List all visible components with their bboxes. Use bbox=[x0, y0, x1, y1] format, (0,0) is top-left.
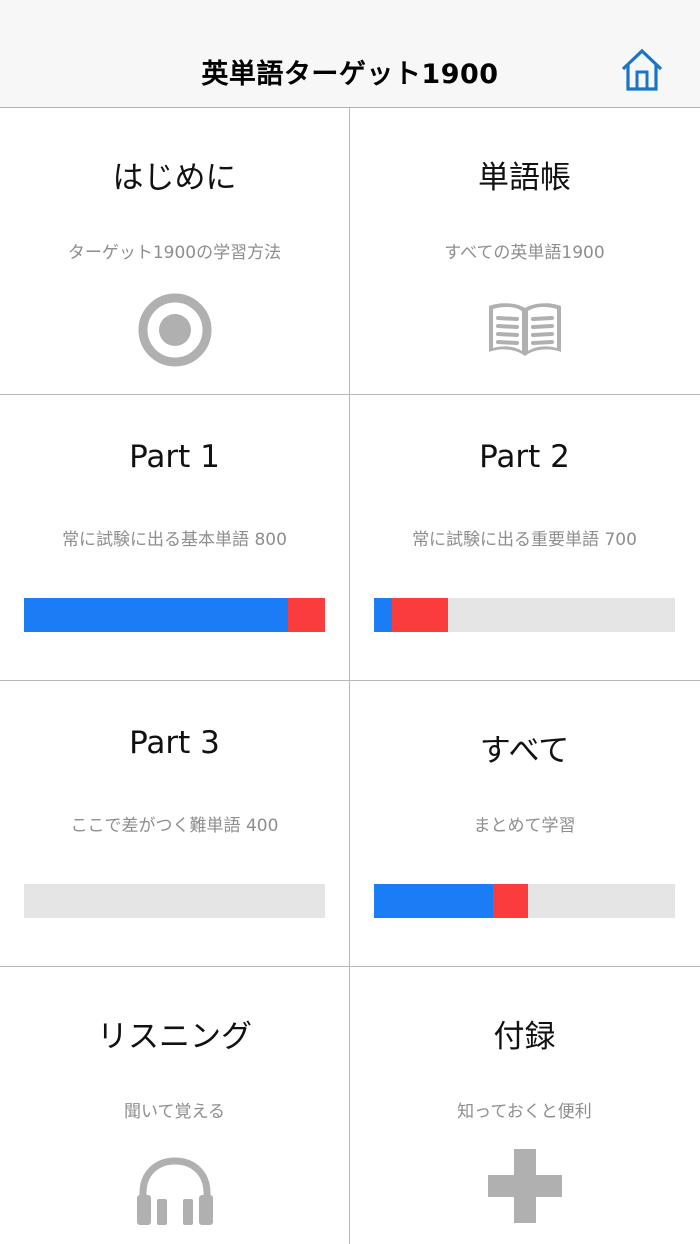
grid-divider-horizontal bbox=[0, 680, 700, 681]
plus-icon bbox=[487, 1149, 562, 1223]
progress-learned-segment bbox=[24, 598, 288, 632]
progress-bar bbox=[24, 884, 325, 918]
progress-unlearned-segment bbox=[288, 598, 325, 632]
cell-title: 付録 bbox=[493, 1019, 556, 1055]
page-title: 英単語ターゲット1900 bbox=[201, 59, 499, 90]
progress-learned-segment bbox=[374, 884, 493, 918]
cell-subtitle: すべての英単語1900 bbox=[444, 243, 605, 263]
grid-divider-horizontal bbox=[0, 966, 700, 967]
menu-cell-listening[interactable]: リスニング 聞いて覚える bbox=[0, 967, 349, 1244]
cell-subtitle: ここで差がつく難単語 400 bbox=[70, 816, 279, 836]
menu-cell-part2[interactable]: Part 2 常に試験に出る重要単語 700 bbox=[350, 395, 699, 681]
cell-title: Part 1 bbox=[129, 439, 220, 475]
progress-bar bbox=[374, 884, 675, 918]
headphones-icon bbox=[136, 1157, 213, 1225]
grid-divider-horizontal bbox=[0, 394, 700, 395]
menu-cell-all[interactable]: すべて まとめて学習 bbox=[350, 681, 699, 967]
cell-title: 単語帳 bbox=[478, 160, 571, 196]
book-icon bbox=[488, 303, 561, 356]
cell-subtitle: 常に試験に出る基本単語 800 bbox=[62, 530, 287, 550]
cell-title: はじめに bbox=[112, 160, 237, 196]
menu-cell-appendix[interactable]: 付録 知っておくと便利 bbox=[350, 967, 699, 1244]
home-icon bbox=[621, 48, 663, 91]
progress-unlearned-segment bbox=[392, 598, 448, 632]
navigation-bar: 英単語ターゲット1900 bbox=[0, 0, 700, 108]
grid-divider-vertical bbox=[349, 108, 350, 1244]
cell-title: リスニング bbox=[97, 1019, 252, 1055]
target-icon bbox=[138, 293, 211, 367]
cell-subtitle: 知っておくと便利 bbox=[457, 1102, 592, 1122]
progress-bar bbox=[374, 598, 675, 632]
cell-subtitle: まとめて学習 bbox=[473, 816, 576, 836]
menu-cell-part1[interactable]: Part 1 常に試験に出る基本単語 800 bbox=[0, 395, 349, 681]
cell-subtitle: 常に試験に出る重要単語 700 bbox=[412, 530, 637, 550]
cell-title: Part 2 bbox=[479, 439, 570, 475]
cell-subtitle: 聞いて覚える bbox=[124, 1102, 225, 1122]
menu-cell-wordbook[interactable]: 単語帳 すべての英単語1900 bbox=[350, 108, 699, 394]
home-button[interactable] bbox=[620, 47, 664, 93]
cell-title: Part 3 bbox=[129, 725, 220, 761]
progress-bar bbox=[24, 598, 325, 632]
menu-cell-introduction[interactable]: はじめに ターゲット1900の学習方法 bbox=[0, 108, 349, 394]
progress-unlearned-segment bbox=[493, 884, 528, 918]
cell-subtitle: ターゲット1900の学習方法 bbox=[67, 243, 282, 263]
menu-cell-part3[interactable]: Part 3 ここで差がつく難単語 400 bbox=[0, 681, 349, 967]
menu-grid: はじめに ターゲット1900の学習方法 単語帳 すべての英単語1900 Part… bbox=[0, 108, 700, 1244]
cell-title: すべて bbox=[479, 733, 570, 769]
progress-learned-segment bbox=[374, 598, 392, 632]
